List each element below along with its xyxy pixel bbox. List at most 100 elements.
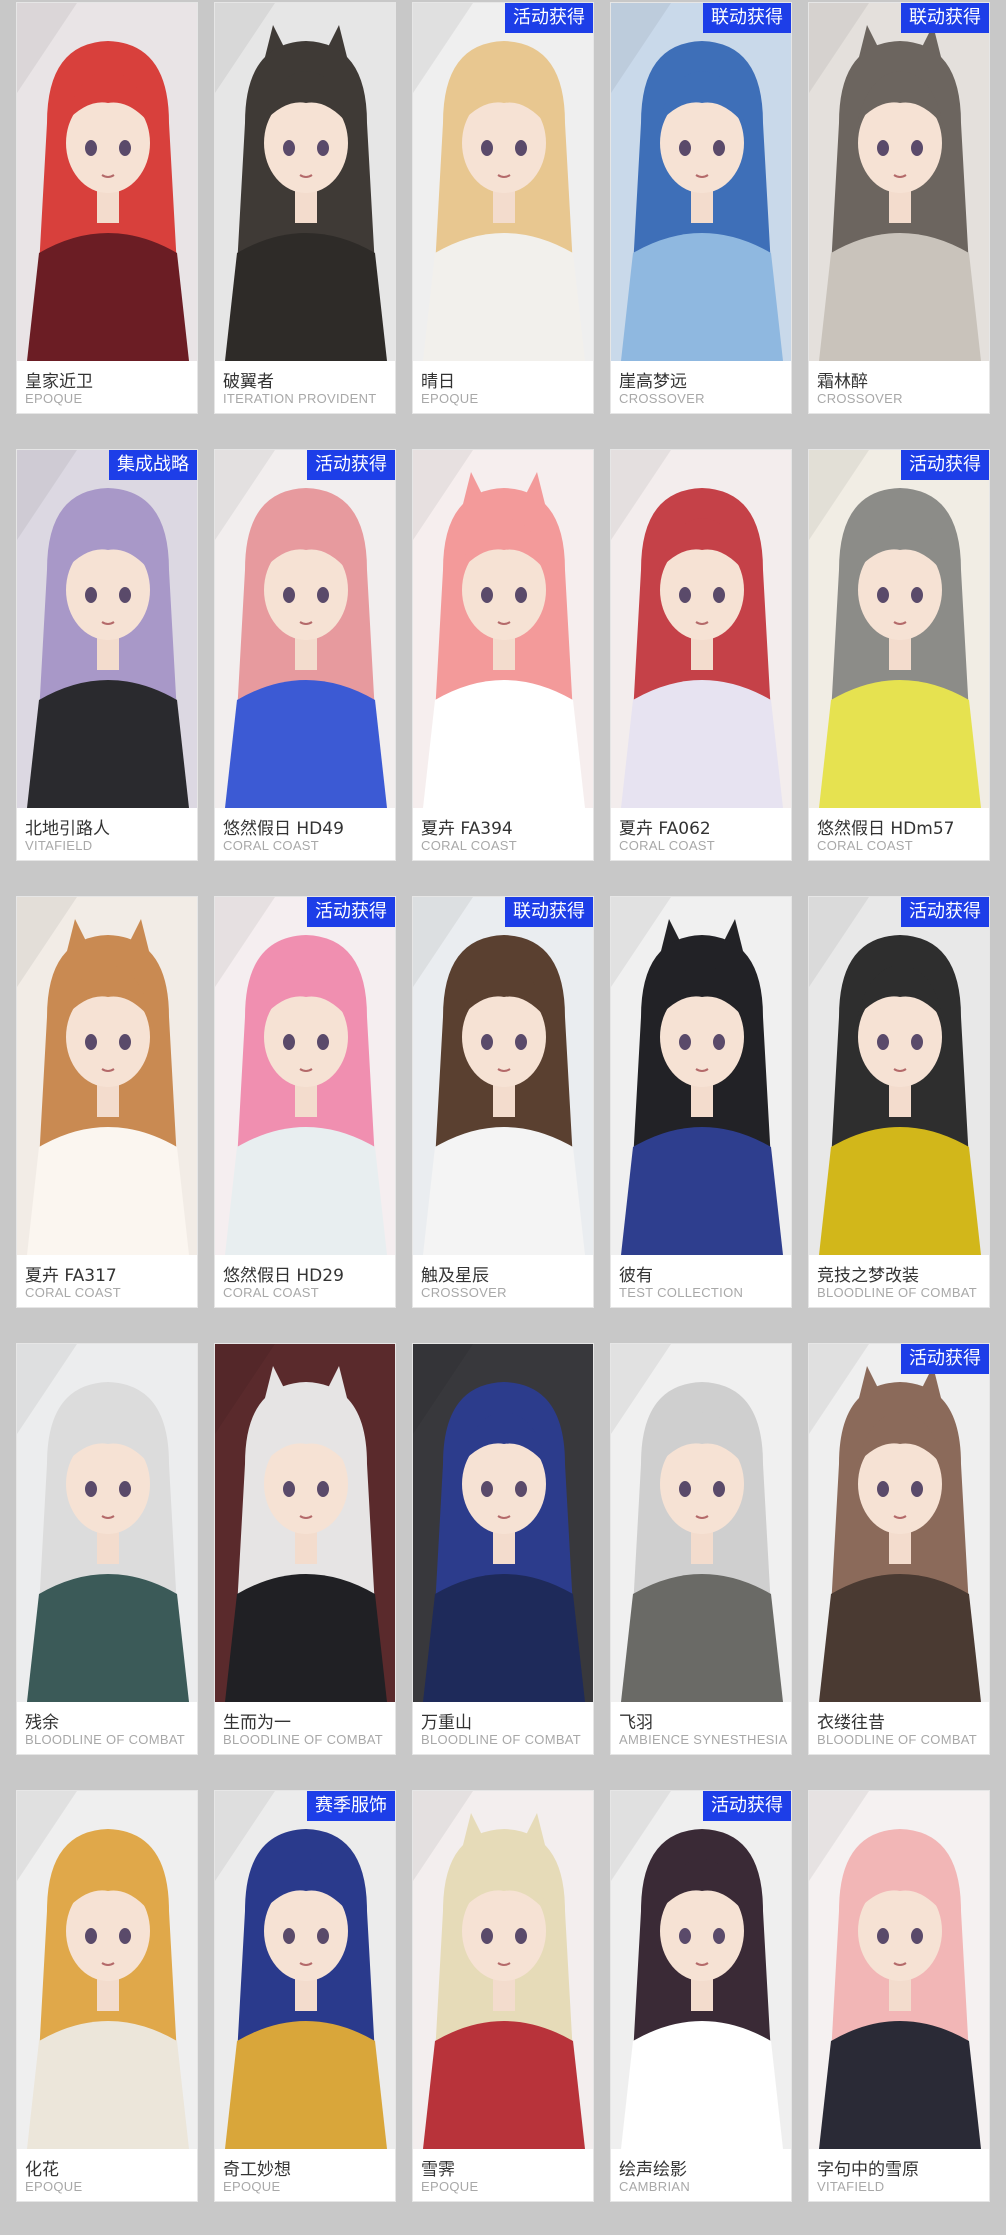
skin-card[interactable]: 残余 BLOODLINE OF COMBAT xyxy=(16,1343,198,1755)
skin-name: 残余 xyxy=(25,1713,59,1733)
skin-artwork xyxy=(413,450,593,808)
skin-series: CROSSOVER xyxy=(421,1285,507,1300)
acquisition-badge: 联动获得 xyxy=(505,897,593,927)
skin-card[interactable]: 夏卉 FA394 CORAL COAST xyxy=(412,449,594,861)
acquisition-badge: 联动获得 xyxy=(703,3,791,33)
skin-card[interactable]: 联动获得霜林醉 CROSSOVER xyxy=(808,2,990,414)
skin-artwork xyxy=(809,1344,989,1702)
skin-artwork xyxy=(215,3,395,361)
skin-artwork xyxy=(17,1344,197,1702)
skin-card[interactable]: 破翼者 ITERATION PROVIDENT xyxy=(214,2,396,414)
skin-series: CAMBRIAN xyxy=(619,2179,691,2194)
skin-series: CROSSOVER xyxy=(619,391,705,406)
skin-name: 悠然假日 HD29 xyxy=(223,1266,344,1286)
skin-artwork xyxy=(611,450,791,808)
skin-series: EPOQUE xyxy=(421,391,479,406)
skin-series: BLOODLINE OF COMBAT xyxy=(25,1732,186,1747)
skin-artwork xyxy=(611,897,791,1255)
skin-series: EPOQUE xyxy=(25,2179,83,2194)
skin-card[interactable]: 活动获得绘声绘影 CAMBRIAN xyxy=(610,1790,792,2202)
skin-grid: 皇家近卫 EPOQUE 破翼者 ITERATION PROVIDENT 活动获得 晴日… xyxy=(0,0,1006,2235)
skin-artwork xyxy=(17,450,197,808)
skin-series: BLOODLINE OF COMBAT xyxy=(223,1732,384,1747)
skin-artwork xyxy=(611,3,791,361)
skin-name: 悠然假日 HD49 xyxy=(223,819,344,839)
skin-card[interactable]: 活动获得悠然假日 HDm57 CORAL COAST xyxy=(808,449,990,861)
skin-name: 夏卉 FA317 xyxy=(25,1266,117,1286)
skin-artwork xyxy=(611,1791,791,2149)
skin-card[interactable]: 联动获得崖高梦远 CROSSOVER xyxy=(610,2,792,414)
skin-series: VITAFIELD xyxy=(817,2179,885,2194)
skin-name: 悠然假日 HDm57 xyxy=(817,819,955,839)
skin-card[interactable]: 夏卉 FA062 CORAL COAST xyxy=(610,449,792,861)
skin-name: 皇家近卫 xyxy=(25,372,93,392)
skin-series: CORAL COAST xyxy=(223,1285,320,1300)
skin-artwork xyxy=(809,450,989,808)
acquisition-badge: 活动获得 xyxy=(901,897,989,927)
skin-artwork xyxy=(413,1791,593,2149)
skin-series: BLOODLINE OF COMBAT xyxy=(817,1732,978,1747)
skin-series: CORAL COAST xyxy=(817,838,914,853)
skin-card[interactable]: 雪霁 EPOQUE xyxy=(412,1790,594,2202)
skin-artwork xyxy=(17,1791,197,2149)
skin-series: CORAL COAST xyxy=(25,1285,122,1300)
skin-card[interactable]: 飞羽 AMBIENCE SYNESTHESIA xyxy=(610,1343,792,1755)
skin-series: CROSSOVER xyxy=(817,391,903,406)
skin-name: 绘声绘影 xyxy=(619,2160,687,2180)
skin-name: 万重山 xyxy=(421,1713,472,1733)
skin-series: EPOQUE xyxy=(25,391,83,406)
skin-card[interactable]: 联动获得触及星辰 CROSSOVER xyxy=(412,896,594,1308)
skin-series: CORAL COAST xyxy=(421,838,518,853)
acquisition-badge: 活动获得 xyxy=(307,450,395,480)
skin-name: 衣缕往昔 xyxy=(817,1713,885,1733)
skin-card[interactable]: 彼有 TEST COLLECTION xyxy=(610,896,792,1308)
skin-name: 北地引路人 xyxy=(25,819,110,839)
skin-series: CORAL COAST xyxy=(223,838,320,853)
skin-series: EPOQUE xyxy=(421,2179,479,2194)
skin-name: 霜林醉 xyxy=(817,372,868,392)
skin-artwork xyxy=(809,3,989,361)
skin-artwork xyxy=(215,450,395,808)
skin-card[interactable]: 万重山 BLOODLINE OF COMBAT xyxy=(412,1343,594,1755)
skin-series: EPOQUE xyxy=(223,2179,281,2194)
skin-name: 生而为一 xyxy=(223,1713,291,1733)
acquisition-badge: 活动获得 xyxy=(505,3,593,33)
acquisition-badge: 活动获得 xyxy=(703,1791,791,1821)
skin-card[interactable]: 皇家近卫 EPOQUE xyxy=(16,2,198,414)
skin-artwork xyxy=(611,1344,791,1702)
skin-card[interactable]: 赛季服饰 奇工妙想 EPOQUE xyxy=(214,1790,396,2202)
skin-name: 夏卉 FA062 xyxy=(619,819,711,839)
skin-card[interactable]: 活动获得竞技之梦改装 BLOODLINE OF COMBAT xyxy=(808,896,990,1308)
skin-card[interactable]: 活动获得悠然假日 HD49 CORAL COAST xyxy=(214,449,396,861)
skin-artwork xyxy=(809,897,989,1255)
skin-series: AMBIENCE SYNESTHESIA xyxy=(619,1732,788,1747)
skin-name: 奇工妙想 xyxy=(223,2160,291,2180)
skin-artwork xyxy=(413,3,593,361)
skin-series: ITERATION PROVIDENT xyxy=(223,391,377,406)
acquisition-badge: 活动获得 xyxy=(307,897,395,927)
skin-artwork xyxy=(809,1791,989,2149)
skin-series: TEST COLLECTION xyxy=(619,1285,744,1300)
skin-name: 触及星辰 xyxy=(421,1266,489,1286)
skin-card[interactable]: 活动获得晴日 EPOQUE xyxy=(412,2,594,414)
skin-card[interactable]: 活动获得悠然假日 HD29 CORAL COAST xyxy=(214,896,396,1308)
skin-card[interactable]: 集成战略 北地引路人 VITAFIELD xyxy=(16,449,198,861)
skin-card[interactable]: 生而为一 BLOODLINE OF COMBAT xyxy=(214,1343,396,1755)
acquisition-badge: 集成战略 xyxy=(109,450,197,480)
acquisition-badge: 联动获得 xyxy=(901,3,989,33)
skin-card[interactable]: 夏卉 FA317 CORAL COAST xyxy=(16,896,198,1308)
skin-series: BLOODLINE OF COMBAT xyxy=(421,1732,582,1747)
skin-card[interactable]: 化花 EPOQUE xyxy=(16,1790,198,2202)
skin-name: 彼有 xyxy=(619,1266,653,1286)
skin-artwork xyxy=(215,1791,395,2149)
skin-series: BLOODLINE OF COMBAT xyxy=(817,1285,978,1300)
skin-artwork xyxy=(215,1344,395,1702)
skin-artwork xyxy=(17,897,197,1255)
skin-name: 晴日 xyxy=(421,372,455,392)
skin-name: 竞技之梦改装 xyxy=(817,1266,919,1286)
acquisition-badge: 活动获得 xyxy=(901,450,989,480)
skin-card[interactable]: 活动获得 衣缕往昔 BLOODLINE OF COMBAT xyxy=(808,1343,990,1755)
skin-card[interactable]: 字句中的雪原 VITAFIELD xyxy=(808,1790,990,2202)
skin-name: 破翼者 xyxy=(223,372,274,392)
skin-name: 崖高梦远 xyxy=(619,372,687,392)
